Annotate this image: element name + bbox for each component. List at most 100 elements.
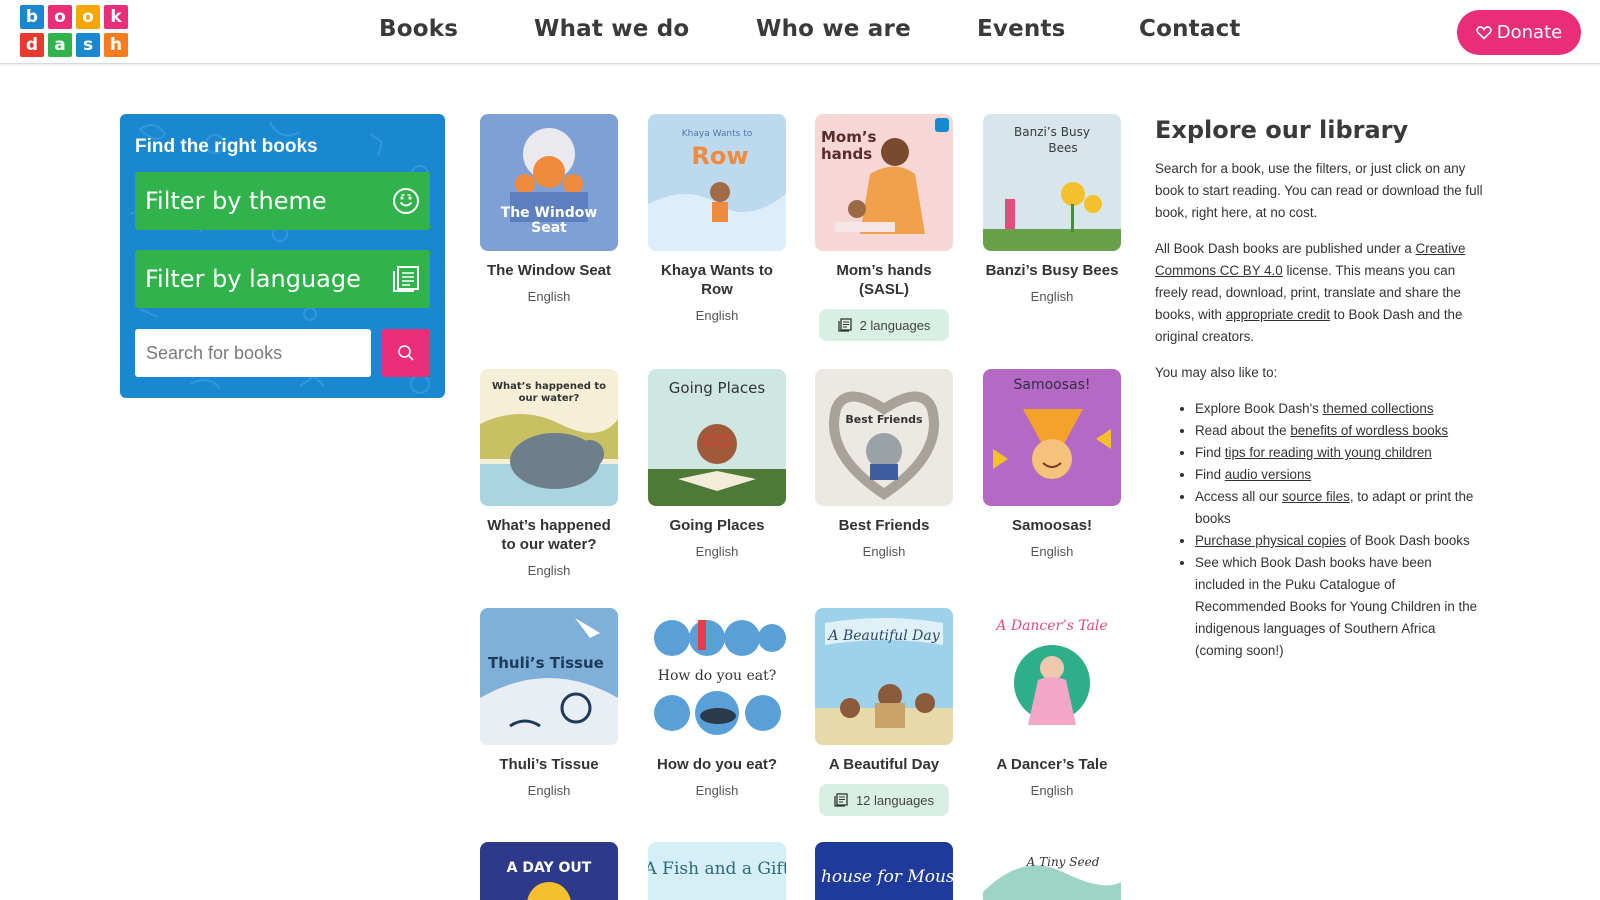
book-title[interactable]: Best Friends <box>815 516 953 535</box>
book-title[interactable]: A Dancer’s Tale <box>983 755 1121 774</box>
book-cover[interactable]: Samoosas! <box>983 369 1121 506</box>
svg-text:Samoosas!: Samoosas! <box>1013 377 1090 393</box>
suggestion-text: Access all our <box>1195 489 1283 504</box>
book-card[interactable]: A Tiny Seed <box>983 842 1121 900</box>
languages-badge[interactable]: 2 languages <box>819 309 949 341</box>
reading-tips-link[interactable]: tips for reading with young children <box>1225 445 1432 460</box>
filter-by-language-button[interactable]: Filter by language <box>135 250 430 308</box>
book-title[interactable]: Thuli’s Tissue <box>480 755 618 774</box>
book-cover[interactable]: Thuli’s Tissue <box>480 608 618 745</box>
book-card[interactable]: A DAY OUT <box>480 842 618 900</box>
nav-what-we-do[interactable]: What we do <box>534 16 689 42</box>
book-cover[interactable]: Going Places <box>648 369 786 506</box>
wordless-books-link[interactable]: benefits of wordless books <box>1290 423 1448 438</box>
svg-text:Banzi’s Busy: Banzi’s Busy <box>1014 125 1090 139</box>
suggestion-text: Find <box>1195 467 1225 482</box>
svg-text:A Fish and a Gift: A Fish and a Gift <box>648 859 786 879</box>
svg-text:Going Places: Going Places <box>669 379 766 397</box>
filter-theme-label: Filter by theme <box>145 187 327 215</box>
suggestion-text: Find <box>1195 445 1225 460</box>
book-title[interactable]: How do you eat? <box>648 755 786 774</box>
book-title[interactable]: Banzi’s Busy Bees <box>983 261 1121 280</box>
book-card[interactable]: The Window Seat The Window Seat English <box>480 114 618 304</box>
book-language: English <box>527 289 571 304</box>
book-cover[interactable]: What’s happened to our water? <box>480 369 618 506</box>
svg-text:Bees: Bees <box>1048 141 1077 155</box>
suggestion-text: Explore Book Dash's <box>1195 401 1323 416</box>
donate-button[interactable]: Donate <box>1457 10 1581 55</box>
book-title[interactable]: Samoosas! <box>983 516 1121 535</box>
nav-who-we-are[interactable]: Who we are <box>756 16 911 42</box>
book-card[interactable]: Banzi’s Busy Bees Banzi’s Busy Bees English <box>983 114 1121 304</box>
search-input[interactable] <box>135 329 371 377</box>
nav-events[interactable]: Events <box>977 16 1066 42</box>
book-title[interactable]: Going Places <box>648 516 786 535</box>
book-card[interactable]: Samoosas! Samoosas! English <box>983 369 1121 559</box>
book-language: English <box>695 308 739 323</box>
book-cover[interactable]: Banzi’s Busy Bees <box>983 114 1121 251</box>
license-paragraph: All Book Dash books are published under … <box>1155 238 1485 348</box>
site-header: bookdash Books What we do Who we are Eve… <box>0 0 1600 64</box>
book-card[interactable]: How do you eat? How do you eat? English <box>648 608 786 798</box>
suggestion-item: Purchase physical copies of Book Dash bo… <box>1195 530 1485 552</box>
book-cover[interactable]: Best Friends <box>815 369 953 506</box>
book-cover[interactable]: How do you eat? <box>648 608 786 745</box>
svg-text:A Beautiful Day: A Beautiful Day <box>826 628 940 644</box>
book-language: English <box>527 563 571 578</box>
book-title[interactable]: The Window Seat <box>480 261 618 280</box>
donate-label: Donate <box>1496 22 1563 43</box>
search-icon <box>398 345 414 361</box>
svg-text:How do you eat?: How do you eat? <box>658 668 776 684</box>
source-files-link[interactable]: source files <box>1282 489 1350 504</box>
filter-title: Find the right books <box>135 136 318 157</box>
book-cover[interactable]: Khaya Wants to Row <box>648 114 786 251</box>
nav-contact[interactable]: Contact <box>1139 16 1241 42</box>
book-card[interactable]: A Beautiful Day A Beautiful Day 12 languag… <box>815 608 953 816</box>
book-card[interactable]: Mom’s hands Mom’s hands (SASL) 2 languages <box>815 114 953 341</box>
book-language: English <box>1030 783 1074 798</box>
book-title[interactable]: Khaya Wants to Row <box>648 261 786 299</box>
book-cover[interactable]: Mom’s hands <box>815 114 953 251</box>
suggestion-item: Find audio versions <box>1195 464 1485 486</box>
book-card[interactable]: Khaya Wants to Row Khaya Wants to Row Engli… <box>648 114 786 323</box>
book-title[interactable]: What’s happened to our water? <box>480 516 618 554</box>
book-cover[interactable]: A house for Mouse <box>815 842 953 900</box>
book-card[interactable]: Thuli’s Tissue Thuli’s Tissue English <box>480 608 618 798</box>
book-cover[interactable]: A Fish and a Gift <box>648 842 786 900</box>
book-cover[interactable]: A Dancer’s Tale <box>983 608 1121 745</box>
filter-by-theme-button[interactable]: Filter by theme <box>135 172 430 230</box>
audio-versions-link[interactable]: audio versions <box>1225 467 1311 482</box>
explore-section: Explore our library Search for a book, u… <box>1155 116 1485 662</box>
book-language: English <box>862 544 906 559</box>
book-card[interactable]: A Fish and a Gift <box>648 842 786 900</box>
book-card[interactable]: A house for Mouse <box>815 842 953 900</box>
appropriate-credit-link[interactable]: appropriate credit <box>1226 307 1330 322</box>
svg-text:Seat: Seat <box>531 220 567 236</box>
purchase-copies-link[interactable]: Purchase physical copies <box>1195 533 1346 548</box>
nav-books[interactable]: Books <box>379 16 458 42</box>
smiley-icon <box>393 188 419 214</box>
book-title[interactable]: A Beautiful Day <box>815 755 953 774</box>
book-language: English <box>695 544 739 559</box>
book-card[interactable]: What’s happened to our water? What’s happe… <box>480 369 618 578</box>
book-card[interactable]: A Dancer’s Tale A Dancer’s Tale English <box>983 608 1121 798</box>
book-pages-icon <box>393 266 419 292</box>
book-language: English <box>1030 289 1074 304</box>
book-cover[interactable]: A Beautiful Day <box>815 608 953 745</box>
book-cover[interactable]: A DAY OUT <box>480 842 618 900</box>
book-card[interactable]: Going Places Going Places English <box>648 369 786 559</box>
themed-collections-link[interactable]: themed collections <box>1323 401 1434 416</box>
book-card[interactable]: Best Friends Best Friends English <box>815 369 953 559</box>
book-title[interactable]: Mom’s hands (SASL) <box>815 261 953 299</box>
svg-text:Khaya Wants to: Khaya Wants to <box>682 129 753 139</box>
book-cover[interactable]: A Tiny Seed <box>983 842 1121 900</box>
suggestion-text: of Book Dash books <box>1346 533 1470 548</box>
filter-language-label: Filter by language <box>145 265 361 293</box>
suggestion-text: Read about the <box>1195 423 1291 438</box>
svg-text:A house for Mouse: A house for Mouse <box>815 867 953 887</box>
languages-badge[interactable]: 12 languages <box>819 784 949 816</box>
search-button[interactable] <box>382 329 430 377</box>
svg-text:A Dancer’s Tale: A Dancer’s Tale <box>994 618 1107 634</box>
book-cover[interactable]: The Window Seat <box>480 114 618 251</box>
suggestion-item: Find tips for reading with young childre… <box>1195 442 1485 464</box>
